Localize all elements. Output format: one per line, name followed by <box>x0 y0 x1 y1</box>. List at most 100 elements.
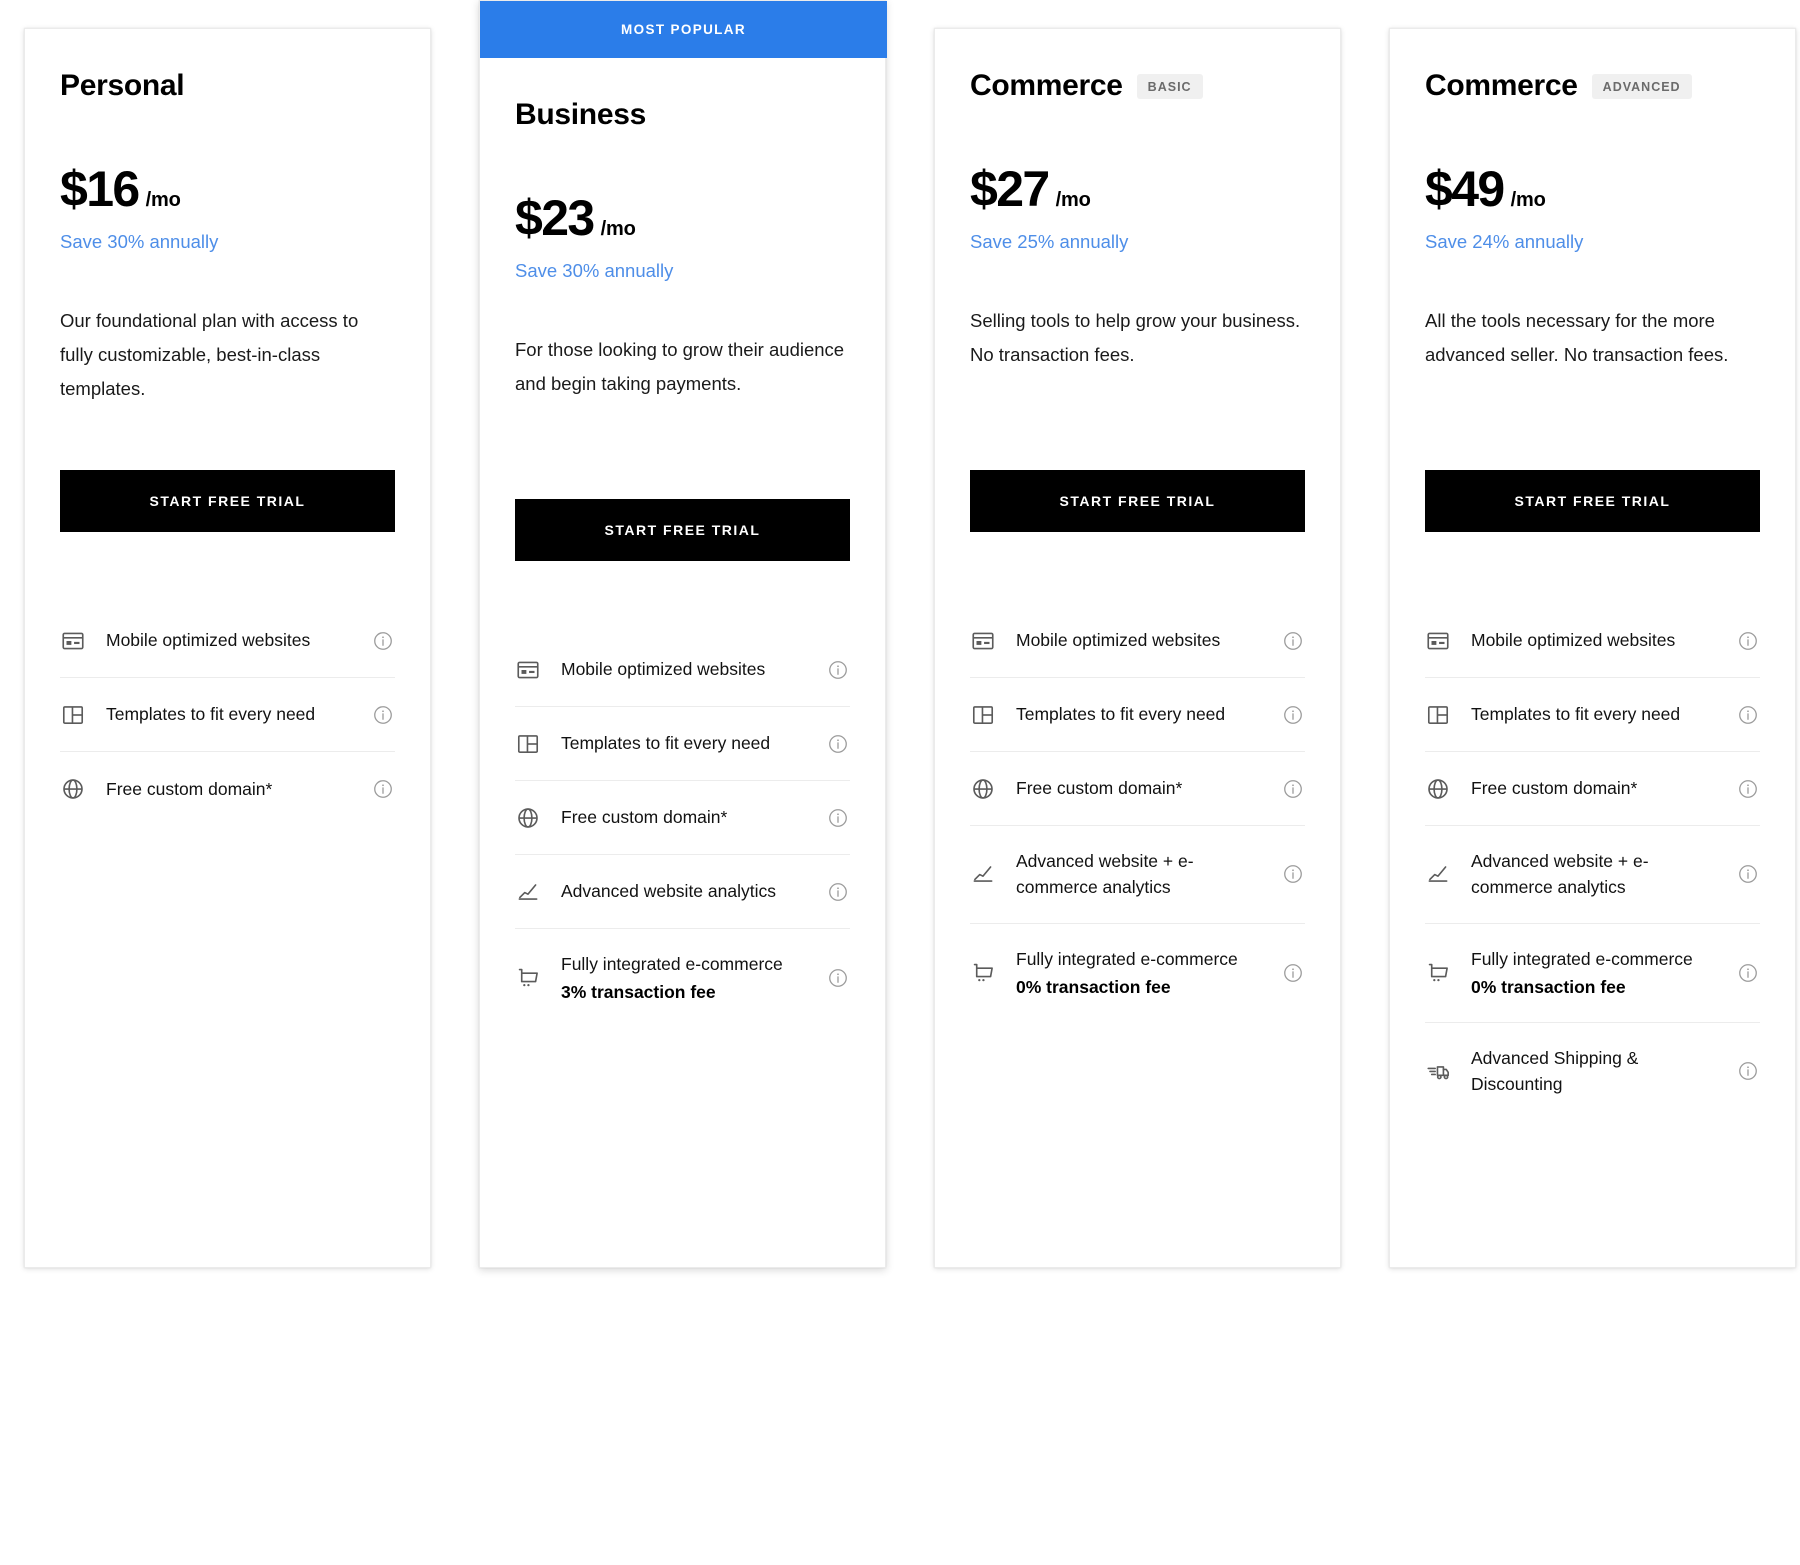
feature-label-text: Templates to fit every need <box>1471 704 1680 724</box>
info-icon[interactable] <box>826 658 850 682</box>
feature-label-text: Free custom domain* <box>1016 778 1182 798</box>
shopping-cart-icon <box>970 960 1016 986</box>
plan-name: Business <box>515 98 646 131</box>
feature-sub-text: 0% transaction fee <box>1471 974 1722 1000</box>
card-body: Business$23/moSave 30% annuallyFor those… <box>480 58 885 1267</box>
feature-label: Mobile optimized websites <box>561 656 826 682</box>
feature-row: Templates to fit every need <box>1425 678 1760 752</box>
feature-row: Advanced website + e-commerce analytics <box>970 826 1305 924</box>
feature-row: Free custom domain* <box>970 752 1305 826</box>
feature-label: Fully integrated e-commerce0% transactio… <box>1016 946 1281 1001</box>
feature-label: Mobile optimized websites <box>1016 627 1281 653</box>
annual-savings-link[interactable]: Save 24% annually <box>1425 230 1760 254</box>
feature-label-text: Free custom domain* <box>561 807 727 827</box>
most-popular-banner: MOST POPULAR <box>480 1 887 58</box>
layout-grid-icon <box>515 731 561 757</box>
plan-description: Our foundational plan with access to ful… <box>60 304 395 408</box>
feature-label-text: Mobile optimized websites <box>1016 630 1220 650</box>
plan-tier-badge: ADVANCED <box>1592 74 1692 99</box>
price-row: $23/mo <box>515 193 850 243</box>
feature-label-text: Advanced website + e-commerce analytics <box>1016 851 1194 897</box>
globe-icon <box>515 805 561 831</box>
info-icon[interactable] <box>1281 862 1305 886</box>
feature-row: Templates to fit every need <box>60 678 395 752</box>
start-free-trial-button[interactable]: START FREE TRIAL <box>515 499 850 561</box>
info-icon[interactable] <box>1281 703 1305 727</box>
globe-icon <box>1425 776 1471 802</box>
feature-list: Mobile optimized websites Templates to fi… <box>970 604 1305 1046</box>
analytics-line-icon <box>970 861 1016 887</box>
annual-savings-link[interactable]: Save 30% annually <box>60 230 395 254</box>
price-period: /mo <box>1511 189 1546 212</box>
feature-row: Advanced website analytics <box>515 855 850 929</box>
feature-row: Free custom domain* <box>515 781 850 855</box>
start-free-trial-button[interactable]: START FREE TRIAL <box>970 470 1305 532</box>
layout-grid-icon <box>1425 702 1471 728</box>
pricing-card-slot: MOST POPULAR Business $23/mo Save 30% annua… <box>455 0 910 1268</box>
info-icon[interactable] <box>826 732 850 756</box>
plan-name: Personal <box>60 69 184 102</box>
feature-list: Mobile optimized websites Templates to fi… <box>515 633 850 1052</box>
shopping-cart-icon <box>515 965 561 991</box>
info-icon[interactable] <box>1736 777 1760 801</box>
card-body: Personal$16/moSave 30% annuallyOur found… <box>25 29 430 1267</box>
shipping-truck-icon <box>1425 1058 1471 1084</box>
feature-label: Free custom domain* <box>561 804 826 830</box>
price-amount: $23 <box>515 193 594 243</box>
info-icon[interactable] <box>1281 777 1305 801</box>
info-icon[interactable] <box>1281 961 1305 985</box>
info-icon[interactable] <box>826 966 850 990</box>
card-body: CommerceADVANCED$49/moSave 24% annuallyA… <box>1390 29 1795 1267</box>
feature-label: Fully integrated e-commerce3% transactio… <box>561 951 826 1006</box>
feature-label: Advanced website + e-commerce analytics <box>1016 848 1281 901</box>
feature-row: Advanced Shipping & Discounting <box>1425 1023 1760 1120</box>
browser-window-icon <box>515 657 561 683</box>
feature-row: Advanced website + e-commerce analytics <box>1425 826 1760 924</box>
price-period: /mo <box>601 218 636 241</box>
feature-label: Templates to fit every need <box>561 730 826 756</box>
feature-label-text: Templates to fit every need <box>1016 704 1225 724</box>
pricing-plans-container: Personal$16/moSave 30% annuallyOur found… <box>0 0 1800 1565</box>
feature-row: Free custom domain* <box>60 752 395 826</box>
feature-label: Free custom domain* <box>106 776 371 802</box>
feature-label: Free custom domain* <box>1016 775 1281 801</box>
start-free-trial-button[interactable]: START FREE TRIAL <box>60 470 395 532</box>
feature-row: Mobile optimized websites <box>1425 604 1760 678</box>
feature-label-text: Mobile optimized websites <box>1471 630 1675 650</box>
info-icon[interactable] <box>1281 629 1305 653</box>
feature-label: Mobile optimized websites <box>106 627 371 653</box>
feature-row: Fully integrated e-commerce3% transactio… <box>515 929 850 1028</box>
feature-label: Advanced website + e-commerce analytics <box>1471 848 1736 901</box>
feature-label-text: Fully integrated e-commerce <box>1016 949 1238 969</box>
plan-header: CommerceBASIC <box>970 69 1305 102</box>
info-icon[interactable] <box>826 880 850 904</box>
feature-label: Templates to fit every need <box>1471 701 1736 727</box>
feature-row: Mobile optimized websites <box>515 633 850 707</box>
plan-header: Personal <box>60 69 395 102</box>
start-free-trial-button[interactable]: START FREE TRIAL <box>1425 470 1760 532</box>
info-icon[interactable] <box>826 806 850 830</box>
info-icon[interactable] <box>371 777 395 801</box>
info-icon[interactable] <box>1736 703 1760 727</box>
feature-label-text: Free custom domain* <box>106 779 272 799</box>
info-icon[interactable] <box>1736 629 1760 653</box>
feature-label-text: Mobile optimized websites <box>106 630 310 650</box>
plan-tier-badge: BASIC <box>1137 74 1203 99</box>
shopping-cart-icon <box>1425 960 1471 986</box>
pricing-card-commerce-advanced: CommerceADVANCED$49/moSave 24% annuallyA… <box>1389 28 1796 1268</box>
analytics-line-icon <box>515 879 561 905</box>
feature-label-text: Fully integrated e-commerce <box>561 954 783 974</box>
info-icon[interactable] <box>371 629 395 653</box>
info-icon[interactable] <box>1736 862 1760 886</box>
info-icon[interactable] <box>1736 961 1760 985</box>
annual-savings-link[interactable]: Save 30% annually <box>515 259 850 283</box>
globe-icon <box>60 776 106 802</box>
feature-list: Mobile optimized websites Templates to fi… <box>1425 604 1760 1144</box>
info-icon[interactable] <box>1736 1059 1760 1083</box>
pricing-card-slot: CommerceBASIC$27/moSave 25% annuallySell… <box>910 0 1365 1268</box>
feature-row: Templates to fit every need <box>515 707 850 781</box>
info-icon[interactable] <box>371 703 395 727</box>
feature-label-text: Templates to fit every need <box>561 733 770 753</box>
feature-label: Fully integrated e-commerce0% transactio… <box>1471 946 1736 1001</box>
annual-savings-link[interactable]: Save 25% annually <box>970 230 1305 254</box>
